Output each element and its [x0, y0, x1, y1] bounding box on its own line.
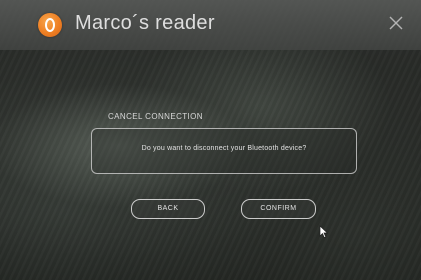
message-box: Do you want to disconnect your Bluetooth… — [91, 128, 357, 174]
dialog-message: Do you want to disconnect your Bluetooth… — [141, 145, 307, 152]
dialog-heading: CANCEL CONNECTION — [108, 112, 203, 121]
confirm-button[interactable]: CONFIRM — [241, 199, 316, 219]
back-button[interactable]: BACK — [131, 199, 205, 219]
cancel-connection-dialog: CANCEL CONNECTION Do you want to disconn… — [0, 0, 421, 280]
app-window: Marco´s reader CANCEL CONNECTION Do you … — [0, 0, 421, 280]
mouse-pointer-icon — [319, 225, 329, 239]
